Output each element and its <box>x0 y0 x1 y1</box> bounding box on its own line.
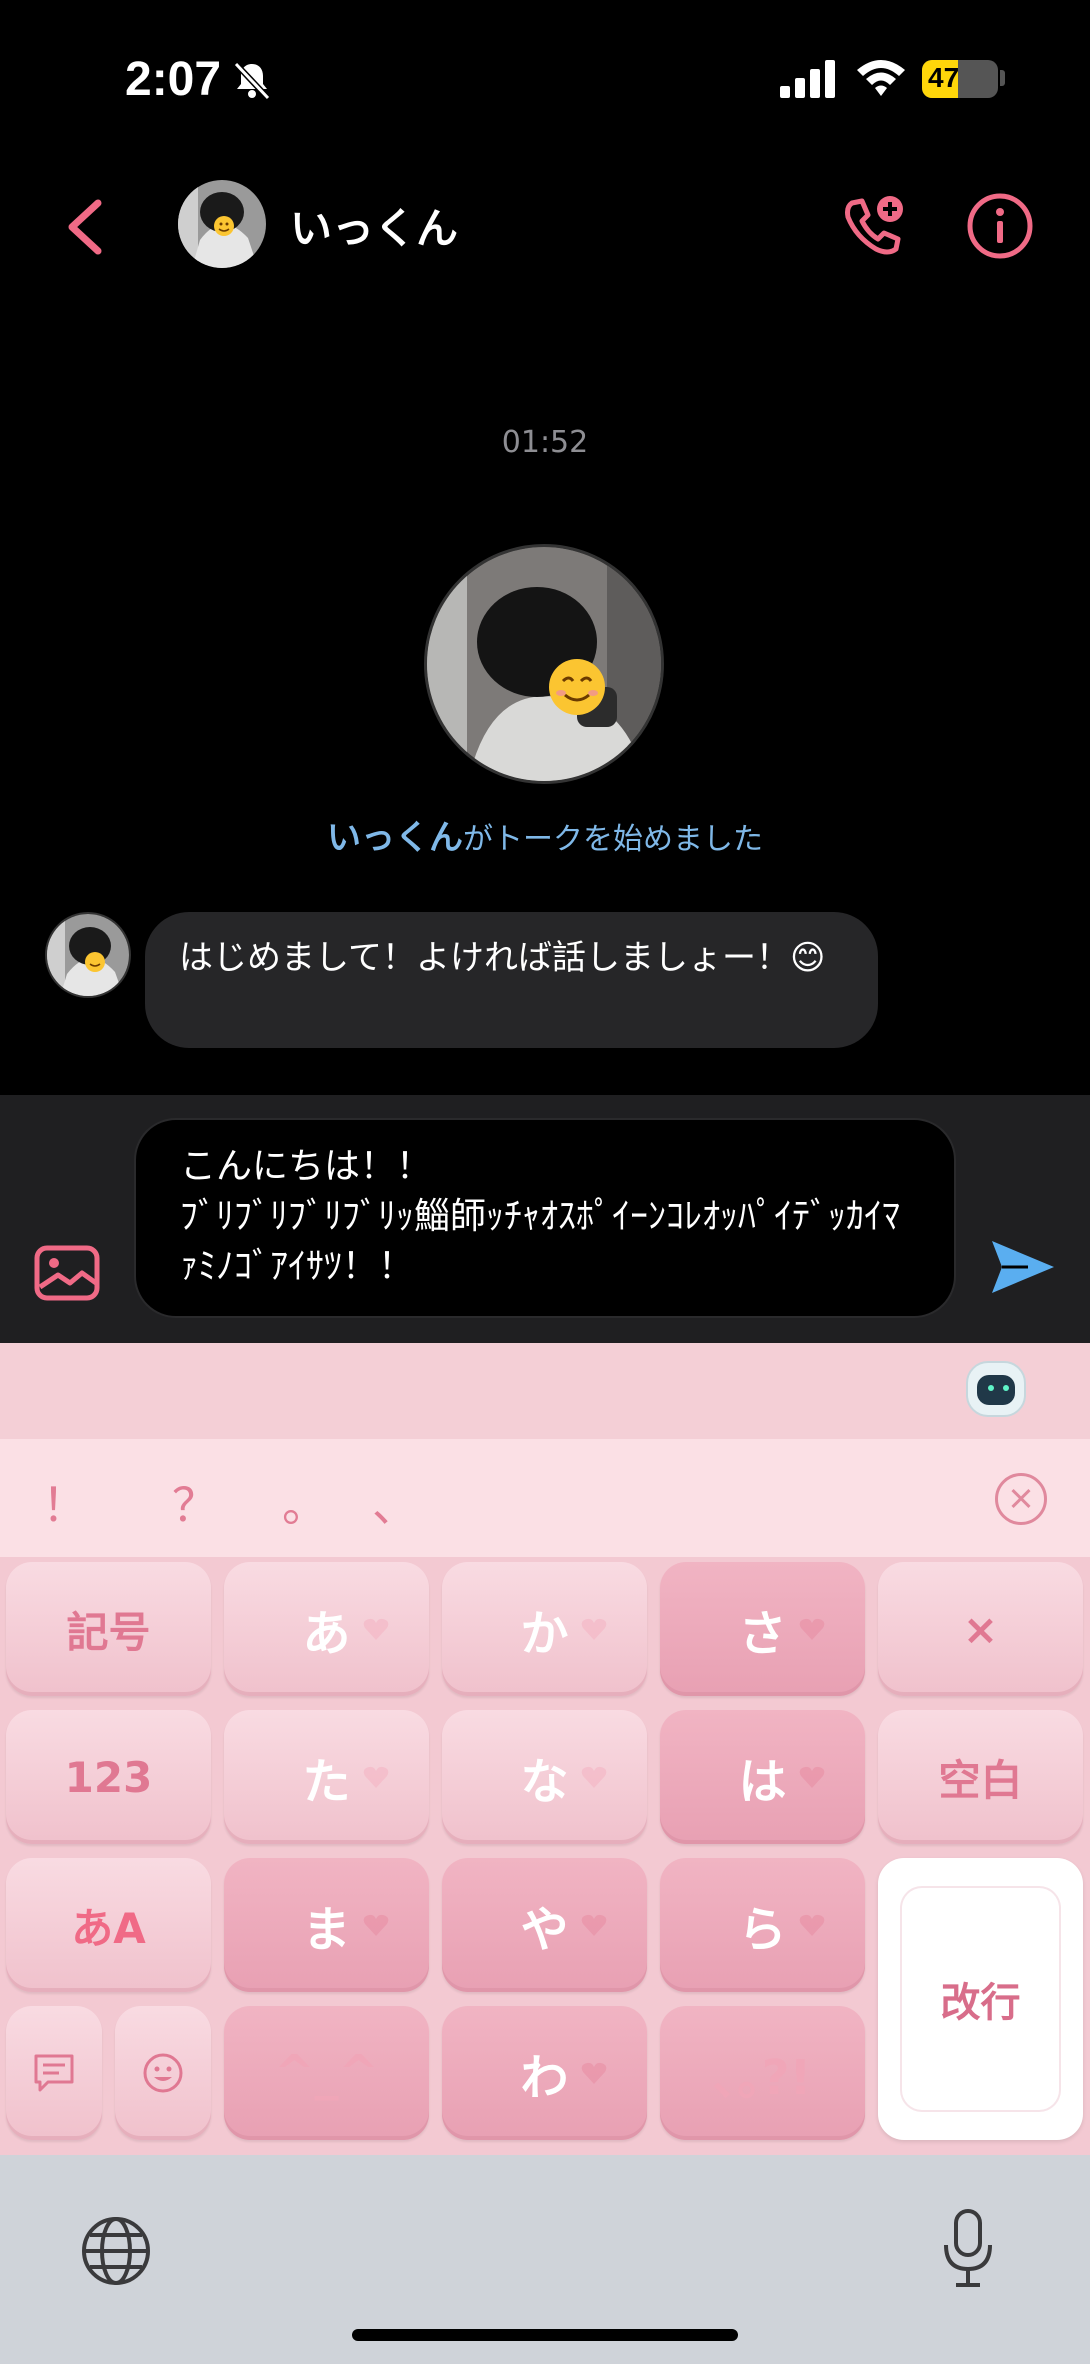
key-emoji[interactable] <box>115 2006 211 2140</box>
info-icon[interactable] <box>965 191 1035 261</box>
status-bar: 2:07 47 <box>0 0 1090 160</box>
key-ya[interactable]: や <box>442 1858 647 1992</box>
add-call-icon[interactable] <box>838 191 908 261</box>
chat-bubble-icon <box>34 2054 74 2092</box>
key-ka[interactable]: か <box>442 1562 647 1696</box>
battery-icon: 47 <box>922 60 998 98</box>
silent-bell-icon <box>233 61 271 101</box>
home-indicator[interactable] <box>352 2329 738 2341</box>
key-ra[interactable]: ら <box>660 1858 865 1992</box>
key-sa[interactable]: さ <box>660 1562 865 1696</box>
smiley-icon <box>143 2053 183 2093</box>
signal-icon <box>780 60 835 98</box>
message-input[interactable]: こんにちは！！ ﾌﾞﾘﾌﾞﾘﾌﾞﾘﾌﾞﾘｯ鯔師ｯﾁｬｵｽﾎﾟｲｰﾝｺﾚｵｯﾊﾟｲ… <box>134 1118 956 1318</box>
key-kaomoji[interactable]: ^_^ <box>224 2006 429 2140</box>
punct-comma[interactable]: 、 <box>372 1469 418 1535</box>
key-return[interactable]: 改行 <box>878 1858 1083 2140</box>
message-sender-avatar[interactable] <box>45 912 131 998</box>
punct-period[interactable]: 。 <box>282 1469 328 1535</box>
keyboard-toolbar <box>0 1343 1090 1439</box>
punctuation-bar: ！ ？ 。 、 <box>0 1439 1090 1557</box>
key-na[interactable]: な <box>442 1710 647 1844</box>
key-ta[interactable]: た <box>224 1710 429 1844</box>
profile-photo-image <box>427 547 661 781</box>
image-picker-icon[interactable] <box>34 1245 100 1301</box>
chat-timestamp: 01:52 <box>501 425 589 460</box>
key-numbers[interactable]: 123 <box>6 1710 211 1844</box>
chat-header: いっくん <box>0 165 1090 285</box>
key-ma[interactable]: ま <box>224 1858 429 1992</box>
talk-started-notice: いっくんがトークを始めました <box>0 810 1090 859</box>
key-chat-template[interactable] <box>6 2006 102 2140</box>
key-punctuation[interactable]: ､｡?! <box>660 2006 865 2140</box>
incoming-message-bubble[interactable]: はじめまして！よければ話しましょー！😊 <box>145 912 878 1048</box>
keyboard-bot-icon[interactable] <box>966 1361 1026 1417</box>
battery-percent: 47 <box>928 62 960 93</box>
key-a[interactable]: あ <box>224 1562 429 1696</box>
key-input-mode[interactable]: あA <box>6 1858 211 1992</box>
send-icon[interactable] <box>988 1237 1058 1297</box>
key-symbols[interactable]: 記号 <box>6 1562 211 1696</box>
globe-icon[interactable] <box>80 2215 152 2287</box>
message-composer: こんにちは！！ ﾌﾞﾘﾌﾞﾘﾌﾞﾘﾌﾞﾘｯ鯔師ｯﾁｬｵｽﾎﾟｲｰﾝｺﾚｵｯﾊﾟｲ… <box>0 1095 1090 1343</box>
avatar-photo <box>47 914 129 996</box>
keyboard-keys: 記号 あ か さ × 123 た な は 空白 あA ま や ら 改行 ^_^ … <box>0 1557 1090 2155</box>
started-suffix: がトークを始めました <box>463 822 763 857</box>
started-name[interactable]: いっくん <box>327 818 463 858</box>
punct-question[interactable]: ？ <box>172 1469 218 1535</box>
key-wa[interactable]: わ <box>442 2006 647 2140</box>
key-space[interactable]: 空白 <box>878 1710 1083 1844</box>
contact-avatar[interactable] <box>178 180 266 268</box>
wifi-icon <box>857 60 905 96</box>
key-ha[interactable]: は <box>660 1710 865 1844</box>
battery-cap <box>1000 70 1005 86</box>
back-chevron-icon[interactable] <box>62 197 110 257</box>
punct-exclamation[interactable]: ！ <box>42 1469 88 1535</box>
system-keyboard-bar <box>0 2155 1090 2364</box>
clear-icon[interactable] <box>995 1473 1047 1525</box>
contact-name[interactable]: いっくん <box>290 195 458 256</box>
status-time: 2:07 <box>125 53 222 106</box>
microphone-icon[interactable] <box>940 2207 996 2291</box>
profile-photo[interactable] <box>424 544 664 784</box>
avatar-photo <box>178 180 266 268</box>
key-delete[interactable]: × <box>878 1562 1083 1696</box>
